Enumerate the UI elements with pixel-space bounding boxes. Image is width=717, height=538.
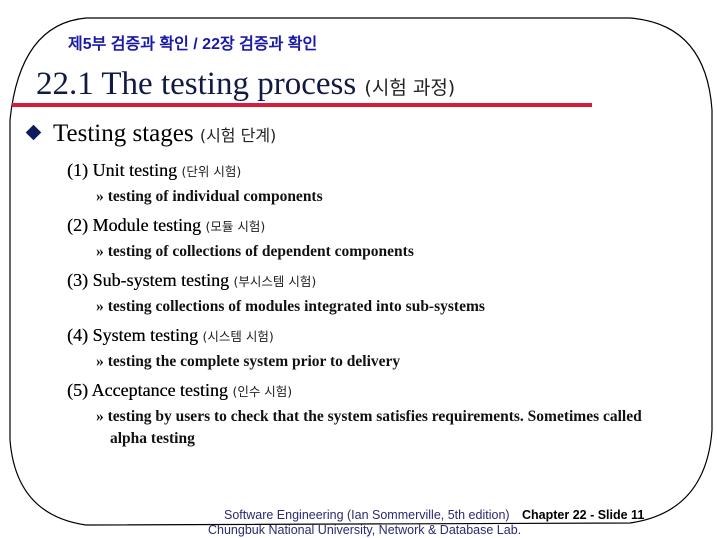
stage-desc-module: » testing of collections of dependent com… xyxy=(96,243,414,261)
stage-label: (2) Module testing xyxy=(67,215,201,235)
footer-book-credit: Software Engineering (Ian Sommerville, 5… xyxy=(224,508,510,522)
stage-label: (5) Acceptance testing xyxy=(67,380,228,400)
bullet-label-korean: (시험 단계) xyxy=(199,126,277,145)
stage-desc-subsystem: » testing collections of modules integrat… xyxy=(96,298,485,316)
stage-desc: testing of collections of dependent comp… xyxy=(107,243,414,260)
stage-desc-acceptance: » testing by users to check that the sys… xyxy=(96,406,706,450)
footer-slide-number: Chapter 22 - Slide 11 xyxy=(522,508,645,522)
stage-label-korean: (시스템 시험) xyxy=(202,329,274,344)
stage-label: (3) Sub-system testing xyxy=(67,270,229,290)
stage-item-system: (4) System testing (시스템 시험) xyxy=(67,325,274,346)
stage-item-unit: (1) Unit testing (단위 시험) xyxy=(67,160,241,181)
chevron-marker-icon: » xyxy=(96,243,104,260)
stage-desc: testing by users to check that the syste… xyxy=(107,408,642,425)
page-title: 22.1 The testing process (시험 과정) xyxy=(36,64,455,108)
title-english: 22.1 The testing process xyxy=(36,66,357,102)
stage-desc: testing collections of modules integrate… xyxy=(107,298,485,315)
diamond-bullet-icon xyxy=(25,124,42,141)
stage-label-korean: (인수 시험) xyxy=(232,384,293,399)
stage-item-module: (2) Module testing (모듈 시험) xyxy=(67,215,265,236)
stage-label-korean: (부시스템 시험) xyxy=(233,274,317,289)
bullet-testing-stages: Testing stages (시험 단계) xyxy=(25,120,277,148)
stage-desc-unit: » testing of individual components xyxy=(96,188,323,206)
stage-label: (1) Unit testing xyxy=(67,160,177,180)
chapter-subtitle: 제5부 검증과 확인 / 22장 검증과 확인 xyxy=(68,36,318,53)
stage-label: (4) System testing xyxy=(67,325,198,345)
chevron-marker-icon: » xyxy=(96,188,104,205)
chevron-marker-icon: » xyxy=(96,353,104,370)
footer-lab-credit: Chungbuk National University, Network & … xyxy=(208,523,522,537)
stage-desc: testing of individual components xyxy=(107,188,323,205)
chevron-marker-icon: » xyxy=(96,408,104,425)
stage-label-korean: (모듈 시험) xyxy=(205,219,266,234)
bullet-label-english: Testing stages xyxy=(53,120,194,147)
chevron-marker-icon: » xyxy=(96,298,104,315)
stage-desc: testing the complete system prior to del… xyxy=(107,353,401,370)
title-underline xyxy=(12,103,592,107)
stage-item-acceptance: (5) Acceptance testing (인수 시험) xyxy=(67,380,292,401)
stage-desc-continued: alpha testing xyxy=(110,430,195,447)
stage-desc-system: » testing the complete system prior to de… xyxy=(96,353,400,371)
title-korean: (시험 과정) xyxy=(364,77,456,99)
stage-label-korean: (단위 시험) xyxy=(181,164,242,179)
stage-item-subsystem: (3) Sub-system testing (부시스템 시험) xyxy=(67,270,316,291)
